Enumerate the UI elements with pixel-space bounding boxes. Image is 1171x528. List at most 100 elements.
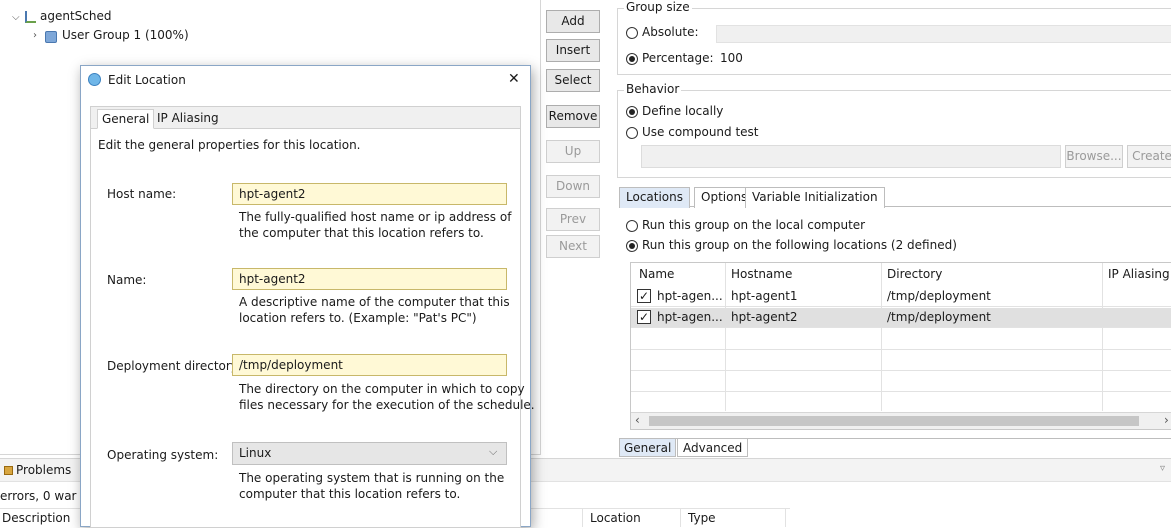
user-group-icon: [45, 31, 57, 43]
row-divider: [631, 391, 1171, 392]
dialog-title: Edit Location: [108, 73, 186, 87]
tab-advanced[interactable]: Advanced: [677, 439, 749, 457]
col-separator: [725, 263, 726, 411]
group-size-title: Group size: [624, 0, 692, 14]
name-help: location refers to. (Example: "Pat's PC"…: [239, 311, 477, 325]
col-header-name[interactable]: Name: [639, 267, 674, 281]
scrollbar-thumb[interactable]: [649, 416, 1139, 426]
add-button[interactable]: Add: [546, 10, 600, 33]
browse-button[interactable]: Browse...: [1065, 145, 1123, 168]
up-button[interactable]: Up: [546, 140, 600, 163]
horizontal-scrollbar[interactable]: ‹ ›: [631, 412, 1171, 429]
host-name-help: The fully-qualified host name or ip addr…: [239, 210, 512, 224]
row-hostname: hpt-agent1: [731, 289, 798, 303]
edit-location-dialog: Edit Location ✕ General IP Aliasing Edit…: [80, 65, 535, 528]
host-name-help: the computer that this location refers t…: [239, 226, 484, 240]
tree-root-label[interactable]: agentSched: [40, 9, 111, 23]
remove-button[interactable]: Remove: [546, 105, 600, 128]
row-divider: [631, 370, 1171, 371]
down-button[interactable]: Down: [546, 175, 600, 198]
tab-general-dialog[interactable]: General: [97, 109, 155, 129]
collapse-arrow-icon[interactable]: ⌵: [12, 12, 20, 23]
close-icon[interactable]: ✕: [508, 71, 520, 87]
name-input[interactable]: hpt-agent2: [232, 268, 507, 290]
absolute-input[interactable]: [716, 25, 1171, 43]
view-menu-icon[interactable]: ▿: [1160, 463, 1165, 474]
col-separator: [881, 263, 882, 411]
deployment-directory-input[interactable]: /tmp/deployment: [232, 354, 507, 376]
percentage-label: Percentage:: [642, 51, 714, 65]
select-button[interactable]: Select: [546, 69, 600, 92]
row-hostname: hpt-agent2: [731, 310, 798, 324]
next-button[interactable]: Next: [546, 235, 600, 258]
row-directory: /tmp/deployment: [887, 310, 991, 324]
tab-locations[interactable]: Locations: [619, 187, 691, 208]
tab-variable-initialization[interactable]: Variable Initialization: [745, 187, 885, 208]
table-row[interactable]: ✓ hpt-agen... hpt-agent2 /tmp/deployment: [631, 308, 1171, 328]
run-local-label: Run this group on the local computer: [642, 218, 866, 232]
col-separator: [680, 508, 681, 527]
absolute-label: Absolute:: [642, 25, 699, 39]
insert-button[interactable]: Insert: [546, 39, 600, 62]
dialog-intro: Edit the general properties for this loc…: [98, 138, 361, 152]
operating-system-help: The operating system that is running on …: [239, 471, 505, 485]
col-separator: [1102, 263, 1103, 411]
behavior-title: Behavior: [624, 82, 682, 96]
run-following-radio[interactable]: [626, 240, 638, 252]
percentage-radio[interactable]: [626, 53, 638, 65]
use-compound-radio[interactable]: [626, 127, 638, 139]
define-locally-radio[interactable]: [626, 106, 638, 118]
row-name: hpt-agen...: [657, 289, 723, 303]
absolute-radio[interactable]: [626, 27, 638, 39]
problems-tab[interactable]: Problems: [16, 463, 71, 477]
dialog-app-icon: [88, 73, 101, 86]
dialog-tab-strip: General IP Aliasing: [91, 107, 520, 129]
col-separator: [582, 508, 583, 527]
operating-system-help: computer that this location refers to.: [239, 487, 461, 501]
problems-icon: [4, 466, 13, 475]
editor-bottom-tabs: General Advanced: [619, 438, 1171, 457]
define-locally-label: Define locally: [642, 104, 724, 118]
tab-ip-aliasing[interactable]: IP Aliasing: [157, 111, 219, 125]
col-header-ip-aliasing[interactable]: IP Aliasing: [1108, 267, 1170, 281]
operating-system-value: Linux: [239, 446, 272, 460]
expand-arrow-icon[interactable]: ›: [33, 30, 37, 41]
location-tab-bar: Locations Options Variable Initializatio…: [619, 187, 1171, 208]
host-name-label: Host name:: [107, 187, 177, 201]
problems-col-location[interactable]: Location: [590, 511, 641, 525]
scroll-left-icon[interactable]: ‹: [635, 413, 640, 427]
col-separator: [785, 508, 786, 527]
row-checkbox[interactable]: ✓: [637, 310, 651, 324]
deployment-directory-help: files necessary for the execution of the…: [239, 398, 535, 412]
use-compound-label: Use compound test: [642, 125, 759, 139]
name-label: Name:: [107, 273, 147, 287]
problems-col-type[interactable]: Type: [688, 511, 716, 525]
row-checkbox[interactable]: ✓: [637, 289, 651, 303]
host-name-input[interactable]: hpt-agent2: [232, 183, 507, 205]
row-directory: /tmp/deployment: [887, 289, 991, 303]
scroll-right-icon[interactable]: ›: [1164, 413, 1169, 427]
locations-table: Name Hostname Directory IP Aliasing ✓ hp…: [630, 262, 1171, 430]
operating-system-label: Operating system:: [107, 448, 219, 462]
row-divider: [631, 349, 1171, 350]
deployment-directory-help: The directory on the computer in which t…: [239, 382, 525, 396]
table-row[interactable]: ✓ hpt-agen... hpt-agent1 /tmp/deployment: [631, 287, 1171, 307]
compound-path-input[interactable]: [641, 145, 1061, 168]
run-local-radio[interactable]: [626, 220, 638, 232]
percentage-value[interactable]: 100: [720, 51, 743, 65]
tab-general[interactable]: General: [619, 439, 677, 457]
problems-col-description[interactable]: Description: [2, 511, 70, 525]
tree-child-label[interactable]: User Group 1 (100%): [62, 28, 189, 42]
row-name: hpt-agen...: [657, 310, 723, 324]
operating-system-select[interactable]: Linux ⌵: [232, 442, 507, 465]
dialog-title-bar[interactable]: Edit Location ✕: [81, 66, 530, 94]
deployment-directory-label: Deployment directory:: [107, 359, 242, 373]
create-button[interactable]: Create: [1127, 145, 1171, 168]
prev-button[interactable]: Prev: [546, 208, 600, 231]
run-following-label: Run this group on the following location…: [642, 238, 957, 252]
problems-summary: errors, 0 war: [0, 489, 77, 503]
dialog-content: General IP Aliasing Edit the general pro…: [90, 106, 535, 528]
name-help: A descriptive name of the computer that …: [239, 295, 510, 309]
col-header-directory[interactable]: Directory: [887, 267, 942, 281]
col-header-hostname[interactable]: Hostname: [731, 267, 792, 281]
